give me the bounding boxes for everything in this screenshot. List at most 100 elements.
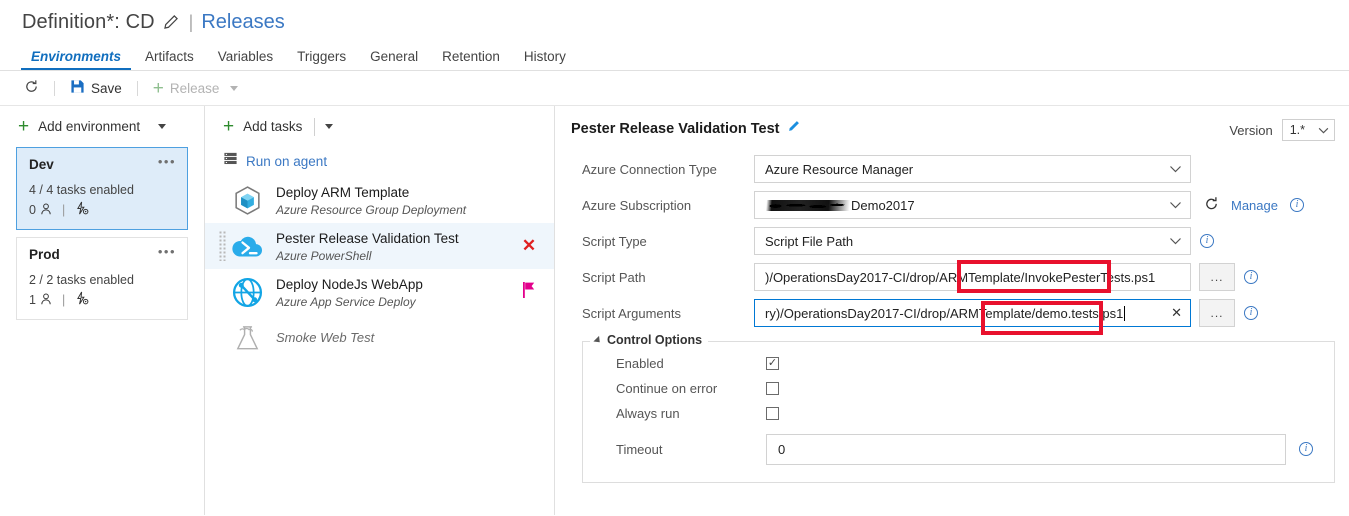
task-text: Deploy NodeJs WebApp Azure App Service D…: [276, 276, 518, 309]
agent-phase-row[interactable]: Run on agent: [205, 147, 554, 171]
script-path-info: i: [1244, 270, 1258, 284]
subscription-control: Demo2017 Manage i: [754, 191, 1335, 219]
script-arguments-control: ry)/OperationsDay2017-CI/drop/ARMTemplat…: [754, 299, 1335, 327]
version-dropdown[interactable]: 1.*: [1281, 119, 1335, 141]
environment-card-list: Dev ••• 4 / 4 tasks enabled 0 | Prod •••…: [0, 147, 204, 320]
continue-on-error-label: Continue on error: [616, 381, 718, 396]
script-type-control: Script File Path i: [754, 227, 1335, 255]
tab-environments[interactable]: Environments: [21, 49, 132, 70]
person-icon: [39, 202, 53, 219]
environment-tasks-count: 4 / 4 tasks enabled: [29, 183, 134, 197]
add-tasks-button[interactable]: + Add tasks: [223, 117, 302, 136]
refresh-subscriptions-icon[interactable]: [1204, 196, 1219, 215]
environment-card-prod[interactable]: Prod ••• 2 / 2 tasks enabled 1 |: [16, 237, 188, 320]
tab-triggers[interactable]: Triggers: [287, 49, 356, 70]
task-item[interactable]: Deploy NodeJs WebApp Azure App Service D…: [205, 269, 554, 315]
field-row-script-type: Script Type Script File Path i: [571, 227, 1335, 255]
environment-context-menu-icon[interactable]: •••: [158, 245, 176, 258]
edit-definition-name-icon[interactable]: [162, 14, 179, 31]
script-arguments-value-prefix: ry)/OperationsDay2017-CI/drop/ARMTemplat…: [765, 305, 1032, 321]
subscription-actions: Manage i: [1200, 196, 1304, 215]
tab-artifacts[interactable]: Artifacts: [135, 49, 204, 70]
always-run-label: Always run: [616, 406, 680, 421]
task-subtitle: Azure PowerShell: [276, 248, 372, 263]
approver-count: 1: [29, 293, 36, 307]
enabled-checkbox[interactable]: ✓: [766, 357, 779, 370]
release-button[interactable]: + Release: [147, 79, 245, 98]
add-environment-button[interactable]: + Add environment: [18, 117, 167, 136]
add-environment-header: + Add environment: [0, 106, 204, 147]
enabled-label: Enabled: [616, 356, 664, 371]
info-icon[interactable]: i: [1244, 270, 1258, 284]
chevron-down-icon: [1318, 127, 1329, 133]
task-error-icon[interactable]: ✕: [518, 237, 540, 256]
info-icon[interactable]: i: [1244, 306, 1258, 320]
agent-server-icon: [223, 151, 238, 171]
info-icon[interactable]: i: [1289, 198, 1304, 212]
connection-type-value: Azure Resource Manager: [765, 161, 914, 177]
info-icon[interactable]: i: [1299, 442, 1313, 456]
deployment-conditions-icon[interactable]: [74, 291, 90, 309]
task-text: Deploy ARM Template Azure Resource Group…: [276, 184, 518, 217]
save-disk-icon: [70, 79, 85, 97]
refresh-button[interactable]: [18, 79, 45, 97]
add-tasks-header: + Add tasks: [205, 106, 554, 147]
plus-icon: +: [152, 77, 164, 99]
deployment-conditions-icon[interactable]: [74, 201, 90, 219]
check-icon: ✓: [767, 357, 778, 369]
releases-link[interactable]: Releases: [201, 11, 284, 34]
clear-x-icon[interactable]: ✕: [1165, 305, 1182, 321]
definition-tabs: Environments Artifacts Variables Trigger…: [0, 44, 1349, 71]
script-arguments-input[interactable]: ry)/OperationsDay2017-CI/drop/ARMTemplat…: [754, 299, 1191, 327]
toolbar-divider-2: [136, 80, 138, 96]
edit-task-name-icon[interactable]: [786, 119, 801, 138]
task-item[interactable]: Pester Release Validation Test Azure Pow…: [205, 223, 554, 269]
connection-type-select[interactable]: Azure Resource Manager: [754, 155, 1191, 183]
version-label: Version: [1229, 122, 1273, 138]
chevron-down-icon[interactable]: [325, 124, 334, 129]
task-flag-icon[interactable]: [518, 281, 540, 304]
continue-on-error-checkbox[interactable]: [766, 382, 779, 395]
control-row-continue-on-error: Continue on error: [583, 376, 1334, 401]
release-label: Release: [169, 80, 220, 96]
page-titlebar: Definition*: CD | Releases: [0, 0, 1349, 44]
always-run-checkbox[interactable]: [766, 407, 779, 420]
chevron-down-icon: [1170, 166, 1181, 173]
task-text: Smoke Web Test: [276, 329, 518, 347]
script-arguments-browse-button[interactable]: ...: [1199, 299, 1235, 327]
task-subtitle: Azure Resource Group Deployment: [276, 202, 467, 217]
info-icon[interactable]: i: [1200, 234, 1214, 248]
task-subtitle: Azure App Service Deploy: [276, 294, 416, 309]
script-type-select[interactable]: Script File Path: [754, 227, 1191, 255]
environment-card-header: Prod •••: [29, 245, 176, 262]
task-item[interactable]: Smoke Web Test: [205, 315, 554, 361]
control-options-legend[interactable]: Control Options: [590, 333, 709, 347]
agent-phase-label: Run on agent: [246, 153, 328, 169]
timeout-label: Timeout: [616, 441, 663, 457]
environment-context-menu-icon[interactable]: •••: [158, 155, 176, 168]
save-button[interactable]: Save: [64, 79, 128, 97]
task-detail-body: Pester Release Validation Test Version 1…: [555, 106, 1349, 483]
environment-name: Dev: [29, 157, 54, 172]
title-separator: |: [188, 11, 194, 32]
tab-history[interactable]: History: [514, 49, 576, 70]
subscription-value-group: Demo2017: [765, 198, 915, 213]
script-path-input[interactable]: )/OperationsDay2017-CI/drop/ARMTemplate /…: [754, 263, 1191, 291]
field-row-script-arguments: Script Arguments ry)/OperationsDay2017-C…: [571, 299, 1335, 335]
script-path-browse-button[interactable]: ...: [1199, 263, 1235, 291]
environment-card-dev[interactable]: Dev ••• 4 / 4 tasks enabled 0 |: [16, 147, 188, 230]
environment-tasks-count: 2 / 2 tasks enabled: [29, 273, 134, 287]
task-name: Deploy NodeJs WebApp: [276, 276, 423, 292]
tab-variables[interactable]: Variables: [208, 49, 283, 70]
drag-handle[interactable]: [219, 231, 226, 261]
main-content: + Add environment Dev ••• 4 / 4 tasks en…: [0, 106, 1349, 515]
subscription-select[interactable]: Demo2017: [754, 191, 1191, 219]
tab-retention[interactable]: Retention: [432, 49, 510, 70]
manage-link[interactable]: Manage: [1231, 198, 1278, 213]
task-item[interactable]: Deploy ARM Template Azure Resource Group…: [205, 177, 554, 223]
tab-general[interactable]: General: [360, 49, 428, 70]
script-arguments-info: i: [1244, 306, 1258, 320]
timeout-input[interactable]: 0: [766, 433, 1286, 465]
task-detail-header: Pester Release Validation Test Version 1…: [571, 119, 1335, 141]
task-list: Deploy ARM Template Azure Resource Group…: [205, 177, 554, 361]
